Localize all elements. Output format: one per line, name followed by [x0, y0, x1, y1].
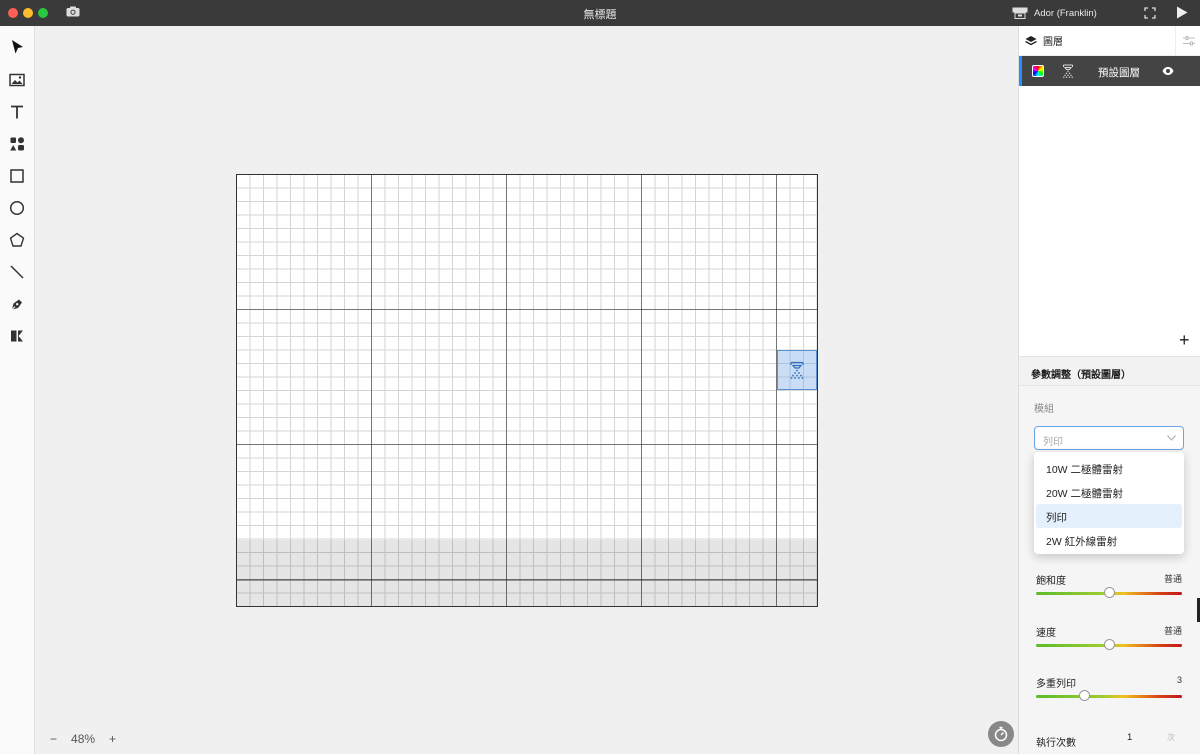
- element-tool-icon[interactable]: [6, 133, 28, 155]
- saturation-slider-knob[interactable]: [1103, 587, 1115, 598]
- line-tool-icon[interactable]: [6, 261, 28, 283]
- module-option[interactable]: 20W 二極體雷射: [1036, 480, 1182, 504]
- print-restricted-area: [237, 540, 817, 606]
- machine-icon: [1012, 7, 1028, 19]
- speed-slider-knob[interactable]: [1103, 639, 1115, 650]
- layer-name[interactable]: 預設圖層: [1098, 65, 1140, 80]
- polygon-tool-icon[interactable]: [6, 229, 28, 251]
- chevron-down-icon: [1167, 435, 1176, 441]
- play-icon[interactable]: [1176, 6, 1188, 19]
- run-times-input[interactable]: 1 次: [1123, 728, 1179, 746]
- print-head-position: [777, 350, 817, 390]
- print-module-icon: [1063, 64, 1073, 78]
- right-panel: 圖層 預設圖層 + 參數調整（預設圖層） 模組 列印 10W 二極體雷射 20W…: [1018, 26, 1200, 754]
- module-label: 模組: [1034, 404, 1054, 415]
- layer-item[interactable]: 預設圖層: [1019, 56, 1200, 86]
- saturation-label: 飽和度: [1036, 576, 1066, 587]
- saturation-value: 普通: [1163, 574, 1182, 584]
- run-times-unit: 次: [1167, 732, 1175, 742]
- text-tool-icon[interactable]: [6, 101, 28, 123]
- module-select-value: 列印: [1043, 437, 1063, 448]
- sliders-icon: [1182, 36, 1195, 46]
- image-tool-icon[interactable]: [6, 69, 28, 91]
- zoom-out-button[interactable]: −: [50, 732, 57, 746]
- rectangle-tool-icon[interactable]: [6, 165, 28, 187]
- left-toolbar: [0, 26, 35, 754]
- module-dropdown: 10W 二極體雷射 20W 二極體雷射 列印 2W 紅外線雷射: [1034, 452, 1184, 554]
- machine-selector[interactable]: Ador (Franklin): [1012, 5, 1097, 21]
- layers-icon: [1025, 35, 1037, 45]
- layers-header: 圖層: [1019, 26, 1200, 56]
- fullscreen-icon[interactable]: [1144, 7, 1156, 19]
- path-preview-button[interactable]: [988, 721, 1014, 747]
- layer-color-swatch[interactable]: [1032, 65, 1044, 77]
- select-tool-icon[interactable]: [6, 36, 28, 58]
- params-title: 參數調整（預設圖層）: [1019, 356, 1200, 386]
- ellipse-tool-icon[interactable]: [6, 197, 28, 219]
- module-option[interactable]: 2W 紅外線雷射: [1036, 528, 1182, 552]
- speed-value: 普通: [1163, 626, 1182, 636]
- params-panel: 模組 列印 10W 二極體雷射 20W 二極體雷射 列印 2W 紅外線雷射 飽和…: [1019, 386, 1200, 754]
- workarea-grid[interactable]: [236, 174, 818, 607]
- layer-settings-button[interactable]: [1175, 26, 1200, 56]
- multipass-slider[interactable]: [1036, 695, 1182, 698]
- canvas-area[interactable]: − 48% +: [36, 26, 1018, 754]
- multipass-slider-knob[interactable]: [1078, 690, 1090, 701]
- title-bar: 無標題 Ador (Franklin): [0, 0, 1200, 26]
- zoom-value[interactable]: 48%: [71, 732, 95, 746]
- dmkt-tool-icon[interactable]: [6, 325, 28, 347]
- multipass-value: 3: [1176, 675, 1182, 685]
- zoom-in-button[interactable]: +: [109, 732, 116, 746]
- run-times-label: 執行次數: [1036, 738, 1076, 749]
- layers-title: 圖層: [1043, 37, 1063, 48]
- multipass-label: 多重列印: [1036, 679, 1076, 690]
- eye-icon[interactable]: [1162, 66, 1174, 76]
- timer-icon: [994, 726, 1008, 742]
- print-module-icon: [790, 361, 804, 379]
- speed-label: 速度: [1036, 628, 1056, 639]
- module-option-selected[interactable]: 列印: [1036, 504, 1182, 528]
- pen-tool-icon[interactable]: [6, 293, 28, 315]
- add-layer-button[interactable]: +: [1179, 330, 1190, 351]
- zoom-control: − 48% +: [50, 732, 116, 746]
- machine-name: Ador (Franklin): [1034, 7, 1097, 19]
- module-select[interactable]: 列印: [1034, 426, 1184, 450]
- module-option[interactable]: 10W 二極體雷射: [1036, 456, 1182, 480]
- run-times-value: 1: [1127, 731, 1133, 743]
